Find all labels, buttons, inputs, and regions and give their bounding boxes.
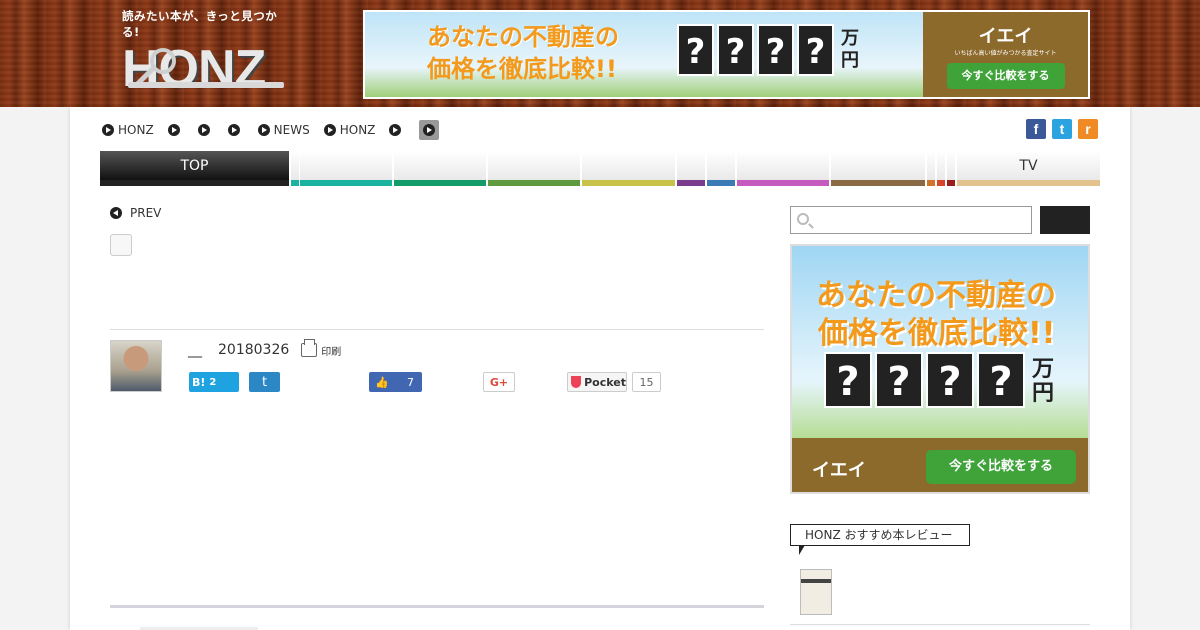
breadcrumb-item-news[interactable]: NEWS xyxy=(257,123,310,137)
nav-tab-tv[interactable]: TV xyxy=(957,151,1100,186)
pocket-icon xyxy=(571,376,582,388)
twitter-bird-icon: t xyxy=(261,374,268,390)
arrow-circle-icon xyxy=(227,124,240,136)
author-avatar[interactable] xyxy=(110,340,162,392)
question-box: ? xyxy=(977,352,1025,408)
ad-brand-name: イエイ xyxy=(978,26,1033,47)
nav-tab-top[interactable]: TOP xyxy=(100,151,289,186)
hatena-count: 2 xyxy=(209,376,217,388)
arrow-circle-icon xyxy=(323,124,336,136)
sidebar-ad-headline-2: 価格を徹底比較!! xyxy=(818,316,1056,351)
breadcrumb-item[interactable] xyxy=(167,124,184,136)
breadcrumb-item[interactable] xyxy=(389,124,405,136)
question-box: ? xyxy=(797,24,834,76)
question-box: ? xyxy=(824,352,872,408)
nav-tab[interactable] xyxy=(677,151,705,186)
breadcrumb-item[interactable] xyxy=(197,124,214,136)
sidebar-banner-ad[interactable]: あなたの不動産の 価格を徹底比較!! ? ? ? ? 万円 イエイ 今すぐ比較を… xyxy=(790,244,1090,494)
current-page-icon xyxy=(419,120,440,140)
question-box: ? xyxy=(757,24,794,76)
question-box: ? xyxy=(677,24,714,76)
nav-tab[interactable] xyxy=(947,151,955,186)
ad-cta-button[interactable]: 今すぐ比較をする xyxy=(946,63,1065,89)
logo-book-bar xyxy=(128,82,284,88)
arrow-circle-icon xyxy=(389,124,402,136)
tweet-button[interactable]: t xyxy=(249,372,280,392)
hatena-bookmark-button[interactable]: B! 2 xyxy=(189,372,239,392)
ad-question-boxes: ? ? ? ? xyxy=(677,24,834,76)
sidebar-ad-brand: イエイ xyxy=(812,460,866,481)
nav-tab[interactable] xyxy=(707,151,735,186)
nav-tab[interactable] xyxy=(291,151,299,186)
article-thumbnail xyxy=(110,234,132,256)
article-date: 20180326 xyxy=(218,342,290,358)
breadcrumb-item[interactable]: HONZ xyxy=(102,123,154,137)
ad-headline-1: あなたの不動産の xyxy=(427,23,619,51)
facebook-icon[interactable]: f xyxy=(1026,119,1046,139)
prev-link[interactable]: PREV xyxy=(110,206,161,220)
breadcrumb-item-honz[interactable]: HONZ xyxy=(323,123,375,137)
sidebar-ad-question-boxes: ? ? ? ? xyxy=(824,352,1025,408)
pocket-count: 15 xyxy=(632,372,661,392)
print-button[interactable]: 印刷 xyxy=(301,339,341,358)
nav-tab[interactable] xyxy=(300,151,392,186)
search-input[interactable] xyxy=(790,206,1032,234)
book-cover-thumbnail[interactable] xyxy=(800,569,832,615)
thumbs-up-icon: 👍 xyxy=(375,375,389,389)
pocket-button[interactable]: Pocket xyxy=(567,372,627,392)
logo-tagline: 読みたい本が、きっと見つかる! xyxy=(122,9,278,39)
top-banner-ad[interactable]: あなたの不動産の 価格を徹底比較!! ? ? ? ? 万円 イエイ いちばん高い… xyxy=(363,10,1090,99)
arrow-left-circle-icon xyxy=(110,207,122,219)
site-logo[interactable]: 読みたい本が、きっと見つかる! HONZ xyxy=(122,8,292,100)
nav-tab[interactable] xyxy=(488,151,580,186)
sidebar-divider xyxy=(790,624,1090,625)
nav-tab[interactable] xyxy=(831,151,925,186)
breadcrumb: HONZ NEWS HONZ xyxy=(102,120,453,140)
article-divider xyxy=(110,329,764,330)
breadcrumb-item[interactable] xyxy=(227,124,244,136)
breadcrumb-item-current xyxy=(419,120,440,140)
nav-tab[interactable] xyxy=(927,151,935,186)
rss-icon[interactable]: r xyxy=(1078,119,1098,139)
review-section-heading: HONZ おすすめ本レビュー xyxy=(790,524,970,555)
ad-brand-sub: いちばん高い値がみつかる査定サイト xyxy=(954,50,1057,57)
site-header: 読みたい本が、きっと見つかる! HONZ あなたの不動産の 価格を徹底比較!! … xyxy=(0,0,1200,107)
arrow-circle-icon xyxy=(167,124,180,136)
nav-tab[interactable] xyxy=(737,151,829,186)
author-name[interactable]: __ xyxy=(188,342,202,358)
ad-brand-panel: イエイ いちばん高い値がみつかる査定サイト 今すぐ比較をする xyxy=(923,12,1088,97)
category-nav: TOP TV xyxy=(100,151,1100,186)
sidebar-ad-unit: 万円 xyxy=(1032,357,1055,406)
printer-icon xyxy=(301,339,318,357)
article-bottom-divider xyxy=(110,605,764,608)
google-plus-button[interactable]: G+ xyxy=(483,372,515,392)
arrow-circle-icon xyxy=(102,124,114,136)
question-box: ? xyxy=(926,352,974,408)
facebook-like-button[interactable]: 👍 7 xyxy=(369,372,422,392)
article-meta: __ 20180326 印刷 xyxy=(188,339,341,358)
nav-tab[interactable] xyxy=(394,151,486,186)
sidebar-ad-cta-button[interactable]: 今すぐ比較をする xyxy=(926,450,1076,484)
search-icon xyxy=(797,213,809,225)
search-button[interactable] xyxy=(1040,206,1090,234)
facebook-like-count: 7 xyxy=(407,375,414,389)
header-social-links: f t r xyxy=(1026,119,1098,139)
arrow-circle-icon xyxy=(257,124,270,136)
nav-tab[interactable] xyxy=(582,151,675,186)
arrow-circle-icon xyxy=(197,124,210,136)
twitter-icon[interactable]: t xyxy=(1052,119,1072,139)
ad-unit: 万円 xyxy=(841,28,859,71)
ad-headline-2: 価格を徹底比較!! xyxy=(427,55,617,83)
question-box: ? xyxy=(875,352,923,408)
nav-tab[interactable] xyxy=(937,151,945,186)
question-box: ? xyxy=(717,24,754,76)
arrow-circle-icon xyxy=(423,124,436,136)
